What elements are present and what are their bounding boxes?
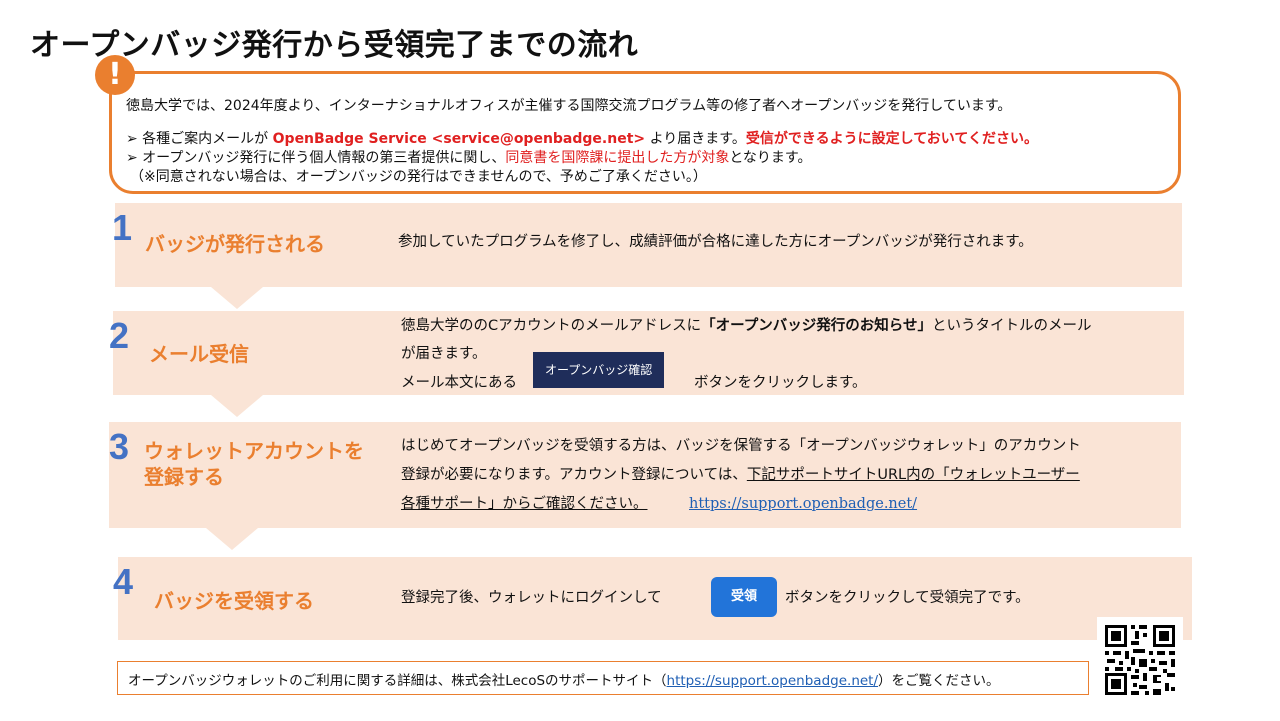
qr-code-image <box>1097 617 1183 703</box>
notice-line-2-prefix: ➢ 各種ご案内メールが <box>126 131 273 147</box>
receive-badge-button[interactable]: 受領 <box>711 577 777 617</box>
step-4-title: バッジを受領する <box>154 589 314 613</box>
step-3-title-line-2: 登録する <box>144 465 224 489</box>
sender-address: OpenBadge Service <service@openbadge.net… <box>272 131 646 147</box>
support-link-text[interactable]: https://support.openbadge.net/ <box>689 496 917 512</box>
step-4-description-prefix: 登録完了後、ウォレットにログインして <box>401 590 662 606</box>
step-2-description-line-1: 徳島大学ののCアカウントのメールアドレスに「オープンバッジ発行のお知らせ」という… <box>401 312 1091 340</box>
step-3-support-link[interactable]: https://support.openbadge.net/ <box>689 490 917 518</box>
step-2-arrow <box>211 395 263 417</box>
step-1-title: バッジが発行される <box>145 232 325 256</box>
footer-text: オープンバッジウォレットのご利用に関する詳細は、株式会社LecoSのサポートサイ… <box>128 669 1000 689</box>
step-3-support-reference-cont: 各種サポート」からご確認ください。 <box>401 496 648 512</box>
notice-line-4: （※同意されない場合は、オープンバッジの発行はできませんので、予めご了承ください… <box>130 169 707 185</box>
notice-line-3-suffix: となります。 <box>729 150 812 166</box>
footer-suffix: ）をご覧ください。 <box>878 673 1000 689</box>
step-3-description-line-3: 各種サポート」からご確認ください。 <box>401 490 648 518</box>
step-1-arrow <box>211 287 263 309</box>
notice-line-3-red: 同意書を国際課に提出した方が対象 <box>505 150 730 166</box>
step-1-number: 1 <box>112 207 133 248</box>
step-2-desc-prefix: 徳島大学ののCアカウントのメールアドレスに <box>401 318 702 334</box>
footer-support-link[interactable]: https://support.openbadge.net/ <box>667 673 879 689</box>
step-2-title: メール受信 <box>149 342 249 366</box>
step-4-number: 4 <box>113 561 134 602</box>
step-3-title-line-1: ウォレットアカウントを <box>144 439 364 463</box>
footer-note: オープンバッジウォレットのご利用に関する詳細は、株式会社LecoSのサポートサイ… <box>117 661 1089 695</box>
step-2-description-line-3-prefix: メール本文にある <box>401 375 517 391</box>
notice-line-3-prefix: ➢ オープンバッジ発行に伴う個人情報の第三者提供に関し、 <box>126 150 506 166</box>
step-2-description-line-3-suffix: ボタンをクリックします。 <box>694 375 867 391</box>
notice-line-2: ➢ 各種ご案内メールが OpenBadge Service <service@o… <box>126 128 1038 148</box>
qr-code-graphic <box>1097 617 1183 703</box>
exclamation-icon: ! <box>95 55 135 95</box>
notice-line-1: 徳島大学では、2024年度より、インターナショナルオフィスが主催する国際交流プロ… <box>126 98 1012 114</box>
step-3-support-reference: 下記サポートサイトURL内の「ウォレットユーザー <box>746 467 1080 483</box>
step-3-description-line-2: 登録が必要になります。アカウント登録については、下記サポートサイトURL内の「ウ… <box>401 461 1080 489</box>
step-2-number: 2 <box>109 315 130 356</box>
step-3-arrow <box>206 528 258 550</box>
notice-line-2-mid: より届きます。 <box>645 131 746 147</box>
confirm-badge-button[interactable]: オープンバッジ確認 <box>533 352 665 388</box>
notice-line-3: ➢ オープンバッジ発行に伴う個人情報の第三者提供に関し、同意書を国際課に提出した… <box>126 147 812 167</box>
step-2-mail-subject: 「オープンバッジ発行のお知らせ」 <box>701 318 932 334</box>
footer-prefix: オープンバッジウォレットのご利用に関する詳細は、株式会社LecoSのサポートサイ… <box>128 673 667 689</box>
notice-line-2-emphasis: 受信ができるように設定しておいてください。 <box>745 131 1038 147</box>
step-3-number: 3 <box>109 426 130 467</box>
step-2-description-line-2: が届きます。 <box>401 346 487 362</box>
step-3-desc-prefix: 登録が必要になります。アカウント登録については、 <box>401 467 747 483</box>
step-4-description-suffix: ボタンをクリックして受領完了です。 <box>785 590 1030 606</box>
step-2-desc-suffix: というタイトルのメール <box>931 318 1092 334</box>
step-1-description: 参加していたプログラムを修了し、成績評価が合格に達した方にオープンバッジが発行さ… <box>398 234 1033 250</box>
step-3-title: ウォレットアカウントを 登録する <box>144 438 364 490</box>
step-3-description-line-1: はじめてオープンバッジを受領する方は、バッジを保管する「オープンバッジウォレット… <box>401 438 1081 454</box>
